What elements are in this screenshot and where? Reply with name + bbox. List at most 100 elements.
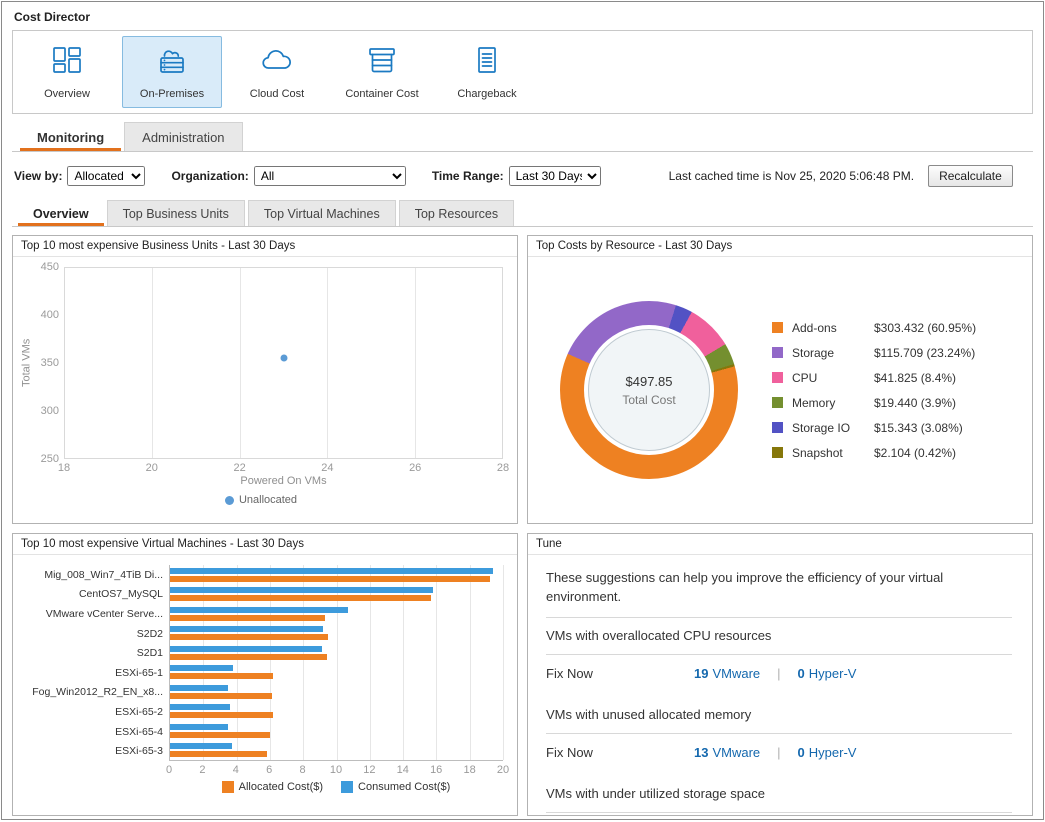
vm-platform-label: Hyper-V: [809, 666, 857, 681]
bar-legend: Allocated Cost($) Consumed Cost($): [19, 777, 503, 793]
panel-title: Top 10 most expensive Business Units - L…: [13, 236, 517, 257]
gridline: [152, 268, 153, 458]
gridline: [303, 565, 304, 760]
y-tick-label: 400: [41, 309, 59, 321]
bar-allocated-cost: [170, 615, 325, 621]
x-tick-label: 4: [233, 764, 239, 776]
last-cached-time-text: Last cached time is Nov 25, 2020 5:06:48…: [669, 169, 914, 183]
legend-value: $15.343 (3.08%): [874, 421, 963, 435]
x-tick-label: 28: [497, 462, 509, 474]
bar-consumed-cost: [170, 743, 232, 749]
x-tick-label: 0: [166, 764, 172, 776]
legend-item-allocated-cost: Allocated Cost($): [222, 781, 323, 793]
x-tick-label: 12: [363, 764, 375, 776]
tune-section-heading: VMs with overallocated CPU resources: [546, 627, 1012, 644]
vm-platform-label: Hyper-V: [809, 745, 857, 760]
cloud-icon-wrap: [257, 44, 297, 81]
vmware-link[interactable]: 13VMware: [694, 745, 760, 760]
virtual-machines-chart: Mig_008_Win7_4TiB Di...CentOS7_MySQLVMwa…: [13, 555, 517, 815]
legend-label: Allocated Cost($): [239, 781, 323, 793]
vm-platform-label: VMware: [712, 745, 760, 760]
bar-consumed-cost: [170, 587, 433, 593]
x-tick-label: 18: [463, 764, 475, 776]
subtab-top-virtual-machines[interactable]: Top Virtual Machines: [248, 200, 396, 226]
subtab-overview[interactable]: Overview: [18, 201, 104, 226]
x-tick-label: 16: [430, 764, 442, 776]
bar-category-label: S2D2: [19, 624, 169, 644]
organization-label: Organization:: [171, 169, 248, 183]
vm-count: 0: [798, 745, 805, 760]
tune-fix-row: Fix Now19VMware | 0Hyper-V: [546, 664, 1012, 683]
bar-allocated-cost: [170, 693, 272, 699]
total-cost-value: $497.85: [626, 374, 673, 389]
legend-swatch: [772, 347, 783, 358]
tab-monitoring[interactable]: Monitoring: [20, 123, 121, 151]
y-tick-label: 350: [41, 357, 59, 369]
legend-label: Storage: [792, 346, 874, 360]
x-tick-label: 20: [146, 462, 158, 474]
subtab-top-resources[interactable]: Top Resources: [399, 200, 514, 226]
separator: |: [777, 745, 780, 760]
tune-panel: Tune These suggestions can help you impr…: [527, 533, 1033, 816]
axis-spacer: [19, 761, 169, 777]
bar-consumed-cost: [170, 626, 323, 632]
view-by-select[interactable]: Allocated: [67, 166, 145, 186]
y-axis-title: Total VMs: [19, 267, 34, 459]
subtab-top-business-units[interactable]: Top Business Units: [107, 200, 245, 226]
bar-category-label: ESXi-65-3: [19, 741, 169, 761]
nav-item-on-premises[interactable]: On-Premises: [122, 36, 222, 108]
legend-item-unallocated: Unallocated: [225, 494, 297, 506]
fix-now-link[interactable]: Fix Now: [546, 666, 694, 681]
gridline: [337, 565, 338, 760]
scatter-xaxis-row: 182022242628: [19, 459, 503, 475]
tune-sections: VMs with overallocated CPU resources Fix …: [546, 627, 1012, 815]
nav-item-cloud-cost[interactable]: Cloud Cost: [227, 36, 327, 108]
donut-legend-item-storage: Storage$115.709 (23.24%): [772, 346, 976, 360]
gridline: [327, 268, 328, 458]
gridline: [470, 565, 471, 760]
tab-administration[interactable]: Administration: [124, 122, 242, 151]
legend-value: $19.440 (3.9%): [874, 396, 956, 410]
chargeback-document-icon-wrap: [467, 44, 507, 81]
nav-item-chargeback[interactable]: Chargeback: [437, 36, 537, 108]
overview-dashboard-icon: [47, 44, 87, 76]
bar-allocated-cost: [170, 576, 490, 582]
divider: [546, 812, 1012, 813]
nav-item-container-cost[interactable]: Container Cost: [332, 36, 432, 108]
cloud-icon: [257, 44, 297, 76]
bar-category-label: ESXi-65-4: [19, 722, 169, 742]
vmware-link[interactable]: 19VMware: [694, 666, 760, 681]
hyper-v-link[interactable]: 0Hyper-V: [798, 666, 857, 681]
scatter-plot: [64, 267, 503, 459]
separator: |: [777, 666, 780, 681]
nav-item-label: Overview: [44, 88, 90, 100]
hyper-v-link[interactable]: 0 Hyper-V: [798, 745, 857, 760]
legend-swatch: [772, 397, 783, 408]
time-range-select[interactable]: Last 30 Days: [509, 166, 601, 186]
legend-label: Storage IO: [792, 421, 874, 435]
legend-label: Consumed Cost($): [358, 781, 450, 793]
bar-consumed-cost: [170, 665, 233, 671]
x-tick-label: 8: [300, 764, 306, 776]
resource-costs-chart: $497.85 Total Cost Add-ons$303.432 (60.9…: [528, 257, 1032, 523]
legend-label: Unallocated: [239, 494, 297, 506]
bar-consumed-cost: [170, 685, 228, 691]
recalculate-button[interactable]: Recalculate: [928, 165, 1013, 187]
legend-label: Add-ons: [792, 321, 874, 335]
page-title: Cost Director: [2, 2, 1043, 30]
bar-xaxis-row: 02468101214161820: [19, 761, 503, 777]
nav-item-overview[interactable]: Overview: [17, 36, 117, 108]
time-range-label: Time Range:: [432, 169, 504, 183]
scatter-yaxis: 250300350400450: [34, 267, 64, 459]
organization-select[interactable]: All: [254, 166, 406, 186]
donut-legend-item-snapshot: Snapshot$2.104 (0.42%): [772, 446, 976, 460]
nav-item-label: Cloud Cost: [250, 88, 304, 100]
x-tick-label: 18: [58, 462, 70, 474]
legend-swatch: [772, 422, 783, 433]
nav-item-label: On-Premises: [140, 88, 204, 100]
donut-legend-item-memory: Memory$19.440 (3.9%): [772, 396, 976, 410]
gridline: [370, 565, 371, 760]
resource-costs-panel: Top Costs by Resource - Last 30 Days $49…: [527, 235, 1033, 524]
total-cost-label: Total Cost: [622, 393, 675, 407]
fix-now-link[interactable]: Fix Now: [546, 745, 694, 760]
